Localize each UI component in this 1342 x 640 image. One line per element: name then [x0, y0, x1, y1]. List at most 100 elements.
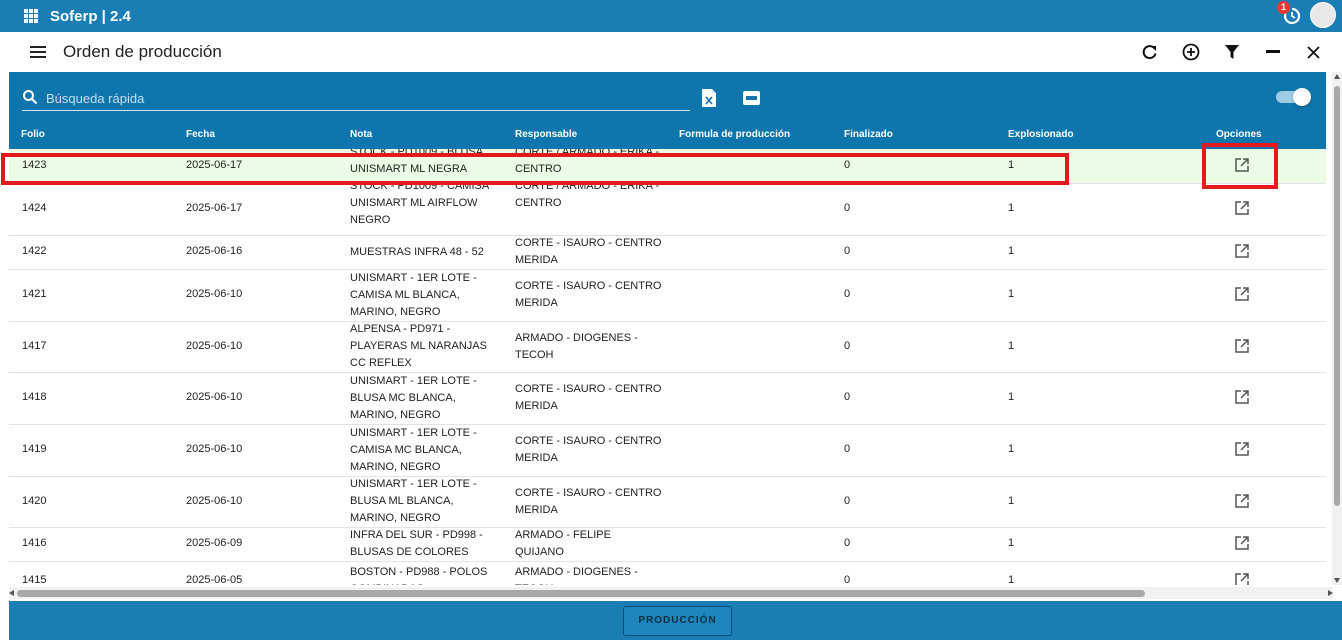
header-formula[interactable]: Formula de producción	[679, 129, 790, 140]
open-row-button[interactable]	[1234, 535, 1252, 553]
cell-nota-line: NEGRO	[350, 214, 391, 226]
sync-button[interactable]: 1	[1277, 1, 1302, 26]
minimize-button[interactable]	[1252, 40, 1293, 64]
table-row[interactable]: 1420 2025-06-10 UNISMART - 1ER LOTE - BLUSA…	[9, 476, 1326, 528]
cell-explosionado: 1	[1008, 537, 1015, 549]
cell-nota: UNISMART - 1ER LOTE - BLUSA MC BLANCA, MAR…	[350, 373, 477, 424]
cell-responsable-line: CORTE - ISAURO - CENTRO	[515, 237, 662, 249]
cell-nota-line: PLAYERAS ML NARANJAS	[350, 340, 487, 352]
cell-nota-line: COMBINADAS	[350, 581, 487, 585]
add-button[interactable]	[1170, 40, 1211, 64]
search-icon	[23, 90, 38, 105]
cell-fecha: 2025-06-10	[186, 340, 243, 352]
cell-nota-line: CAMISA MC BLANCA,	[350, 444, 462, 456]
header-folio[interactable]: Folio	[21, 129, 45, 140]
table-row[interactable]: 1421 2025-06-10 UNISMART - 1ER LOTE - CAMIS…	[9, 269, 1326, 322]
cell-responsable: ARMADO - DIOGENES - TECOH	[515, 330, 638, 364]
cell-folio: 1419	[22, 443, 47, 455]
table-row[interactable]: 1415 2025-06-05 BOSTON - PD988 - POLOS COMB…	[9, 561, 1326, 585]
highlight-open-button	[1202, 143, 1278, 189]
filter-icon	[1224, 45, 1239, 59]
vertical-scrollbar[interactable]	[1332, 72, 1342, 585]
cell-nota-line: INFRA DEL SUR - PD998 -	[350, 529, 483, 541]
cell-nota-line: MUESTRAS INFRA 48 - 52	[350, 246, 484, 258]
open-in-new-icon	[1235, 339, 1249, 353]
table-row[interactable]: 1422 2025-06-16 MUESTRAS INFRA 48 - 52 CORT…	[9, 235, 1326, 270]
cell-nota-line: CAMISA ML BLANCA,	[350, 289, 460, 301]
open-row-button[interactable]	[1234, 441, 1252, 459]
app-title: Soferp | 2.4	[50, 7, 131, 25]
cell-finalizado: 0	[844, 245, 851, 257]
cell-responsable: CORTE - ISAURO - CENTRO MERIDA	[515, 485, 661, 519]
header-nota[interactable]: Nota	[350, 129, 372, 140]
cell-responsable: ARMADO - FELIPE QUIJANO	[515, 527, 611, 561]
cell-nota-line: MARINO, NEGRO	[350, 461, 441, 473]
refresh-button[interactable]	[1129, 40, 1170, 64]
open-row-button[interactable]	[1234, 493, 1252, 511]
cell-folio: 1416	[22, 537, 47, 549]
avatar[interactable]	[1310, 2, 1336, 28]
cell-explosionado: 1	[1008, 202, 1015, 214]
open-row-button[interactable]	[1234, 243, 1252, 261]
open-row-button[interactable]	[1234, 389, 1252, 407]
header-responsable[interactable]: Responsable	[515, 129, 577, 140]
open-in-new-icon	[1235, 201, 1249, 215]
view-toggle[interactable]	[1276, 88, 1311, 106]
table-row[interactable]: 1424 2025-06-17 STOCK - PD1009 - CAMISA UNI…	[9, 180, 1326, 236]
open-row-button[interactable]	[1234, 338, 1252, 356]
close-icon	[1307, 45, 1320, 59]
cell-nota-line: CC REFLEX	[350, 357, 412, 369]
cell-nota: UNISMART - 1ER LOTE - CAMISA ML BLANCA, MA…	[350, 270, 477, 321]
search-input[interactable]	[44, 86, 668, 110]
table-toolbar: Folio Fecha Nota Responsable Formula de …	[9, 72, 1326, 149]
app-bar: Soferp | 2.4 1	[0, 0, 1342, 32]
menu-icon[interactable]	[30, 46, 46, 58]
cell-fecha: 2025-06-05	[186, 574, 243, 585]
cell-nota-line: BLUSAS DE COLORES	[350, 546, 469, 558]
export-pdf-button[interactable]	[743, 91, 760, 105]
table-row[interactable]: 1418 2025-06-10 UNISMART - 1ER LOTE - BLUSA…	[9, 372, 1326, 425]
table-row[interactable]: 1417 2025-06-10 ALPENSA - PD971 - PLAYERAS …	[9, 321, 1326, 373]
cell-responsable-line: MERIDA	[515, 400, 558, 412]
table-row[interactable]: 1419 2025-06-10 UNISMART - 1ER LOTE - CAMIS…	[9, 424, 1326, 477]
horizontal-scrollbar[interactable]	[9, 587, 1333, 599]
header-explosionado[interactable]: Explosionado	[1008, 129, 1074, 140]
table-row[interactable]: 1416 2025-06-09 INFRA DEL SUR - PD998 - BLU…	[9, 527, 1326, 562]
cell-nota: STOCK - PD1009 - CAMISA UNISMART ML AIRFL…	[350, 178, 489, 229]
pdf-icon	[743, 91, 760, 105]
table-header: Folio Fecha Nota Responsable Formula de …	[9, 127, 1326, 147]
cell-nota-line: MARINO, NEGRO	[350, 306, 441, 318]
filter-button[interactable]	[1211, 40, 1252, 64]
close-button[interactable]	[1293, 40, 1334, 64]
apps-icon[interactable]	[24, 9, 38, 23]
open-in-new-icon	[1235, 442, 1249, 456]
cell-folio: 1420	[22, 495, 47, 507]
header-opciones: Opciones	[1216, 129, 1262, 140]
open-row-button[interactable]	[1234, 200, 1252, 218]
cell-nota: ALPENSA - PD971 - PLAYERAS ML NARANJAS CC …	[350, 321, 487, 372]
open-in-new-icon	[1235, 244, 1249, 258]
cell-explosionado: 1	[1008, 495, 1015, 507]
cell-fecha: 2025-06-16	[186, 245, 243, 257]
open-row-button[interactable]	[1234, 572, 1252, 585]
cell-nota: UNISMART - 1ER LOTE - CAMISA MC BLANCA, MA…	[350, 425, 477, 476]
cell-responsable-line: CORTE - ISAURO - CENTRO	[515, 435, 662, 447]
cell-fecha: 2025-06-10	[186, 391, 243, 403]
open-row-button[interactable]	[1234, 286, 1252, 304]
refresh-icon	[1142, 45, 1156, 60]
cell-folio: 1421	[22, 288, 47, 300]
cell-responsable-line: CENTRO	[515, 197, 562, 209]
cell-nota-line: BOSTON - PD988 - POLOS	[350, 566, 488, 578]
cell-responsable: ARMADO - DIOGENES - TECOH	[515, 564, 638, 585]
cell-finalizado: 0	[844, 391, 851, 403]
cell-nota: UNISMART - 1ER LOTE - BLUSA ML BLANCA, MAR…	[350, 476, 477, 527]
export-excel-button[interactable]	[701, 88, 717, 108]
produccion-button[interactable]: PRODUCCIÓN	[623, 606, 732, 636]
header-finalizado[interactable]: Finalizado	[844, 129, 893, 140]
cell-responsable-line: CORTE - ISAURO - CENTRO	[515, 280, 662, 292]
cell-fecha: 2025-06-10	[186, 443, 243, 455]
cell-responsable-line: MERIDA	[515, 297, 558, 309]
cell-folio: 1417	[22, 340, 47, 352]
minimize-icon	[1265, 50, 1280, 53]
header-fecha[interactable]: Fecha	[186, 129, 215, 140]
